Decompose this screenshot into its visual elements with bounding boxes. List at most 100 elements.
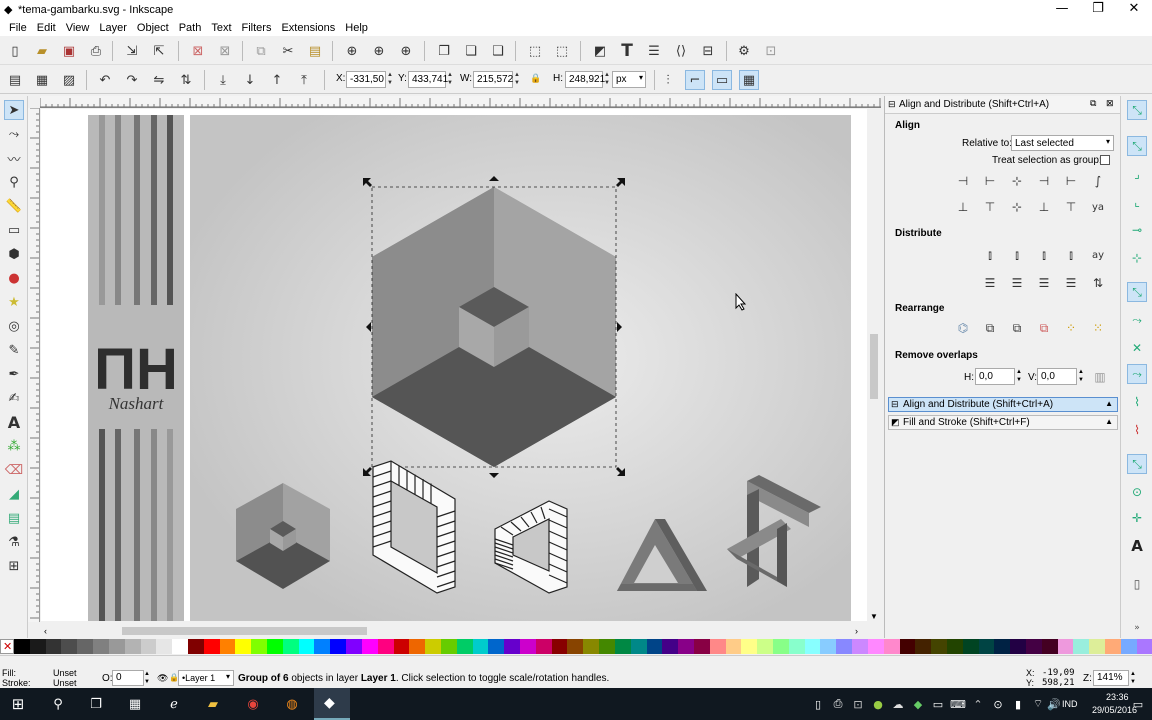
menu-layer[interactable]: Layer (94, 22, 132, 34)
gradient-tool-icon[interactable]: ▤ (4, 508, 24, 528)
open-folder-icon[interactable]: ▰ (32, 41, 52, 61)
snap-page-border-icon[interactable]: ▯ (1127, 574, 1147, 594)
fill-value[interactable]: Unset (53, 668, 77, 678)
x-input[interactable]: -331,50 (346, 71, 386, 88)
node-tool-icon[interactable]: ⤳ (4, 124, 24, 144)
layer-select[interactable]: •Layer 1 ▾ (178, 670, 234, 686)
snap-nodes-icon[interactable]: ⤡ (1127, 282, 1147, 302)
menu-filters[interactable]: Filters (237, 22, 277, 34)
calligraphy-tool-icon[interactable]: ✍ (4, 388, 24, 408)
palette-swatches[interactable] (14, 639, 1152, 654)
cut-icon[interactable]: ✂ (278, 41, 298, 61)
3d-box-tool-icon[interactable]: ⬢ (4, 244, 24, 264)
new-document-icon[interactable]: ▯ (5, 41, 25, 61)
collapse-icon[interactable]: ▲ (1105, 399, 1113, 408)
scale-corners-icon[interactable]: ⌐ (685, 70, 705, 90)
minimize-button[interactable]: — (1044, 0, 1080, 19)
unlink-clone-icon[interactable]: ❑ (488, 41, 508, 61)
overlap-v-input[interactable]: 0,0 (1037, 368, 1077, 385)
distribute-baseline-v-icon[interactable]: ⇅ (1088, 273, 1108, 293)
tray-target-icon[interactable]: ⊙ (988, 694, 1008, 714)
transform-gradients-icon[interactable]: ▭ (712, 70, 732, 90)
horizontal-scrollbar[interactable]: ‹ › (40, 624, 867, 638)
search-icon[interactable]: ⚲ (48, 694, 68, 714)
distribute-top-icon[interactable]: ☰ (980, 273, 1000, 293)
xml-editor-icon[interactable]: ⟨⟩ (671, 41, 691, 61)
tray-keyboard-icon[interactable]: ⌨ (948, 694, 968, 714)
distribute-left-icon[interactable]: ⫾ (980, 245, 1000, 265)
vertical-scroll-thumb[interactable] (870, 334, 878, 399)
battery-icon[interactable]: ▮ (1008, 694, 1028, 714)
center-vertical-axis-icon[interactable]: ⊹ (1007, 171, 1027, 191)
tray-file-icon[interactable]: ▯ (808, 694, 828, 714)
scale-stroke-icon[interactable]: ⫶ (658, 70, 678, 90)
lower-icon[interactable]: ↓ (240, 70, 260, 90)
graph-layout-icon[interactable]: ⌬ (953, 318, 973, 338)
redo-icon[interactable]: ⊠ (215, 41, 235, 61)
spray-tool-icon[interactable]: ⁂ (4, 436, 24, 456)
spiral-tool-icon[interactable]: ◎ (4, 316, 24, 336)
maximize-button[interactable]: ❐ (1080, 0, 1116, 19)
w-input[interactable]: 215,572 (473, 71, 513, 88)
text-tool-icon[interactable]: A (4, 412, 24, 432)
align-left-anchor-icon[interactable]: ⊢ (1061, 171, 1081, 191)
unit-select[interactable]: px ▾ (612, 71, 646, 88)
selector-tool-icon[interactable]: ➤ (4, 100, 24, 120)
h-spin-arrows[interactable]: ▲ ▼ (603, 71, 611, 88)
flip-vertical-icon[interactable]: ⇅ (176, 70, 196, 90)
zoom-selection-icon[interactable]: ⊕ (342, 41, 362, 61)
edge-browser-icon[interactable]: ℯ (164, 694, 184, 714)
text-font-icon[interactable]: T (617, 41, 637, 61)
connector-tool-icon[interactable]: ⊞ (4, 556, 24, 576)
align-distribute-icon[interactable]: ⊟ (698, 41, 718, 61)
relative-to-select[interactable]: Last selected ▾ (1011, 135, 1114, 151)
panel-tab-fill-stroke[interactable]: ◩ Fill and Stroke (Shift+Ctrl+F) ▲ (888, 415, 1118, 430)
collapse-icon[interactable]: ▲ (1105, 417, 1113, 426)
drawing-canvas[interactable]: ΠH Nashart (41, 109, 867, 621)
select-all-icon[interactable]: ▤ (5, 70, 25, 90)
notifications-icon[interactable]: ▭ (1128, 694, 1148, 714)
distribute-center-h-icon[interactable]: ⫾ (1007, 245, 1027, 265)
lock-proportions-icon[interactable]: 🔒 (530, 73, 541, 84)
treat-as-group-checkbox[interactable] (1100, 155, 1110, 165)
scroll-right-icon[interactable]: › (855, 626, 858, 636)
distribute-center-v-icon[interactable]: ☰ (1007, 273, 1027, 293)
y-input[interactable]: 433,741 (408, 71, 448, 88)
store-icon[interactable]: ▦ (125, 694, 145, 714)
tray-security-icon[interactable]: ● (868, 694, 888, 714)
snap-rotation-centers-icon[interactable]: ✛ (1127, 508, 1147, 528)
distribute-gaps-h-icon[interactable]: ⫾ (1061, 245, 1081, 265)
snap-toggle-icon[interactable]: ⤡ (1127, 100, 1147, 120)
export-icon[interactable]: ⇱ (149, 41, 169, 61)
zoom-page-icon[interactable]: ⊕ (396, 41, 416, 61)
tray-green-icon[interactable]: ◆ (908, 694, 928, 714)
align-right-anchor-icon[interactable]: ⊣ (953, 171, 973, 191)
chrome-icon[interactable]: ◉ (243, 694, 263, 714)
snap-text-baseline-icon[interactable]: A (1127, 536, 1147, 556)
horizontal-scroll-thumb[interactable] (122, 627, 367, 635)
raise-to-top-icon[interactable]: ⤒ (294, 70, 314, 90)
tray-chevron-icon[interactable]: ⌃ (968, 694, 988, 714)
vertical-scrollbar[interactable]: ▼ (867, 109, 881, 624)
menu-view[interactable]: View (61, 22, 95, 34)
align-bottom-icon[interactable]: ⊥ (1034, 197, 1054, 217)
file-explorer-icon[interactable]: ▰ (203, 694, 223, 714)
tray-printer-icon[interactable]: ⎙ (828, 694, 848, 714)
distribute-bottom-icon[interactable]: ☰ (1034, 273, 1054, 293)
ungroup-icon[interactable]: ⬚ (552, 41, 572, 61)
rotate-ccw-icon[interactable]: ↶ (95, 70, 115, 90)
duplicate-icon[interactable]: ❐ (434, 41, 454, 61)
print-icon[interactable]: ⎙ (86, 41, 106, 61)
menu-object[interactable]: Object (132, 22, 174, 34)
menu-text[interactable]: Text (206, 22, 236, 34)
randomize-icon[interactable]: ⁘ (1061, 318, 1081, 338)
w-spin-arrows[interactable]: ▲ ▼ (513, 71, 521, 88)
inkscape-taskbar-button[interactable]: ◆ (314, 688, 350, 720)
center-horizontal-axis-icon[interactable]: ⊹ (1007, 197, 1027, 217)
y-spin-arrows[interactable]: ▲ ▼ (446, 71, 454, 88)
exchange-positions-icon[interactable]: ⧉ (980, 318, 1000, 338)
snap-paths-icon[interactable]: ⤳ (1127, 310, 1147, 330)
rotate-cw-icon[interactable]: ↷ (122, 70, 142, 90)
menu-file[interactable]: File (4, 22, 32, 34)
dock-float-icon[interactable]: ⧉ (1090, 98, 1096, 109)
